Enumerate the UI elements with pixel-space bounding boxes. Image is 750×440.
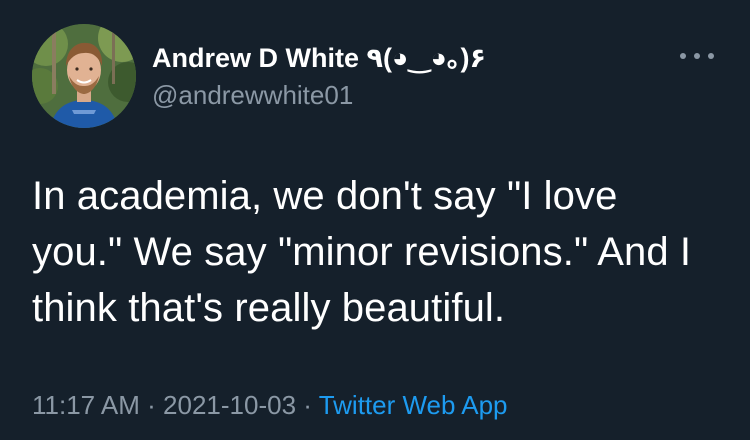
author-block: Andrew D White ٩(◕‿◕｡)۶ @andrewwhite01 bbox=[152, 40, 486, 112]
tweet-metadata: 11:17 AM · 2021-10-03 · Twitter Web App bbox=[32, 388, 508, 422]
author-handle[interactable]: @andrewwhite01 bbox=[152, 78, 486, 112]
tweet-text-line: think that's really beautiful. bbox=[32, 286, 506, 330]
avatar[interactable] bbox=[32, 24, 136, 128]
author-display-name[interactable]: Andrew D White ٩(◕‿◕｡)۶ bbox=[152, 40, 486, 76]
tweet-text-line: you." We say "minor revisions." And I bbox=[32, 230, 692, 274]
more-horizontal-icon[interactable] bbox=[680, 46, 714, 66]
meta-separator: · bbox=[296, 390, 319, 420]
tweet-text-line: In academia, we don't say "I love bbox=[32, 174, 618, 218]
tweet-text: In academia, we don't say "I love you." … bbox=[32, 168, 732, 336]
tweet-time[interactable]: 11:17 AM bbox=[32, 390, 140, 420]
dot bbox=[708, 53, 714, 59]
meta-separator: · bbox=[139, 390, 164, 420]
avatar-image bbox=[32, 24, 136, 128]
tweet-date[interactable]: 2021-10-03 bbox=[163, 390, 296, 420]
dot bbox=[694, 53, 700, 59]
tweet-source-link[interactable]: Twitter Web App bbox=[319, 390, 508, 420]
tweet-card: Andrew D White ٩(◕‿◕｡)۶ @andrewwhite01 I… bbox=[0, 0, 750, 440]
dot bbox=[680, 53, 686, 59]
